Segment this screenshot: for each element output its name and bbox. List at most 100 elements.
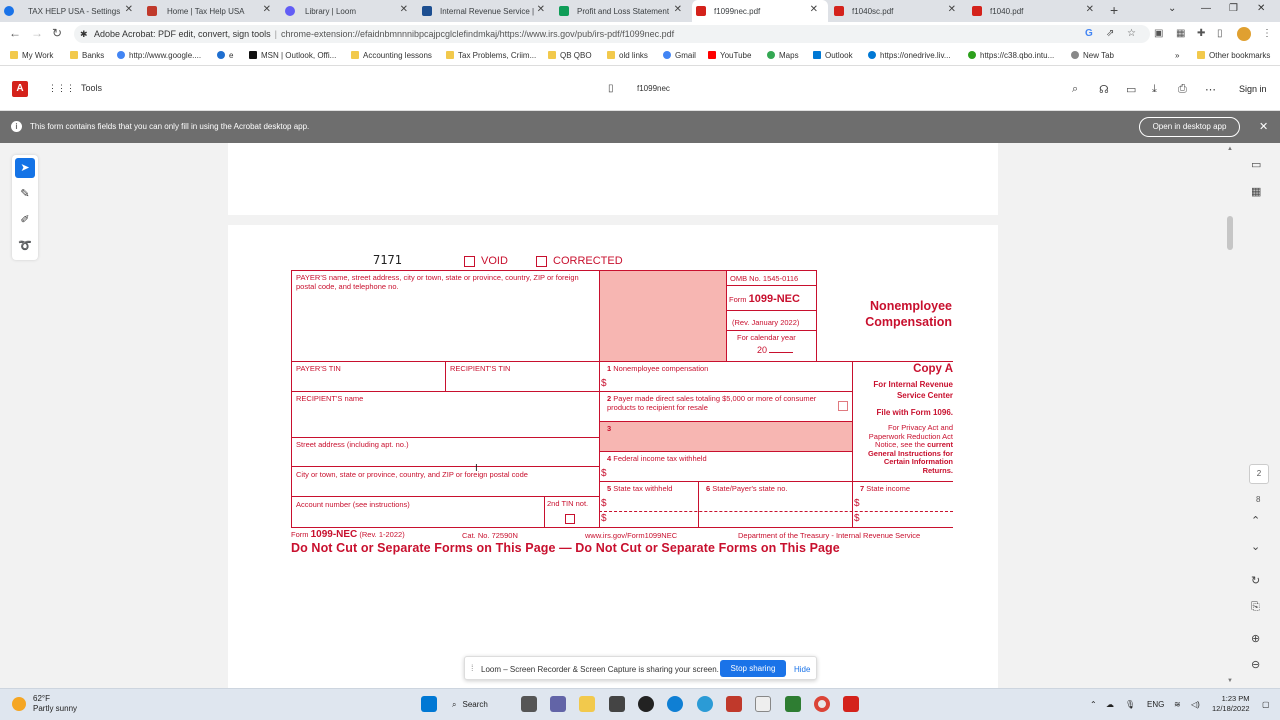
fit-page-icon[interactable]: ⎘ (1251, 601, 1260, 614)
restore-icon[interactable]: ❐ (1229, 3, 1238, 14)
notifications-icon[interactable]: ▢ (1262, 700, 1270, 709)
volume-icon[interactable]: ◁) (1191, 700, 1200, 709)
sign-in-button[interactable]: Sign in (1239, 84, 1267, 94)
rotate-icon[interactable]: ↻ (1251, 574, 1260, 587)
more-options-icon[interactable]: ⋯ (1205, 83, 1216, 96)
acrobat-logo-icon[interactable]: A (12, 81, 28, 97)
bookmark-item[interactable]: Outlook (813, 51, 853, 60)
reload-icon[interactable]: ↻ (52, 26, 62, 40)
close-tab-icon[interactable]: ✕ (537, 4, 545, 15)
microphone-icon[interactable]: 🎙︎ (1125, 700, 1135, 709)
corrected-checkbox[interactable] (536, 256, 547, 267)
tab-tax-help-settings[interactable]: TAX HELP USA - Settings ✕ (0, 0, 143, 22)
add-comment-icon[interactable]: ✎ (15, 184, 35, 204)
select-tool-icon[interactable]: ➤ (15, 158, 35, 178)
bookmark-item[interactable]: Tax Problems, Criim... (446, 51, 536, 60)
start-windows-icon[interactable] (421, 696, 437, 712)
minimize-icon[interactable]: — (1201, 3, 1211, 14)
close-tab-icon[interactable]: ✕ (1086, 4, 1094, 15)
next-page-icon[interactable]: ⌄ (1251, 540, 1260, 553)
page-number-input[interactable]: 2 (1249, 464, 1269, 484)
bookmark-item[interactable]: Banks (70, 51, 104, 60)
hide-button[interactable]: Hide (794, 665, 810, 674)
second-tin-checkbox[interactable] (565, 514, 575, 524)
acrobat-icon[interactable] (843, 696, 859, 712)
cloud-icon[interactable]: ☁ (1106, 700, 1114, 709)
scroll-up-arrow[interactable]: ▲ (1227, 146, 1233, 152)
scrollbar-thumb[interactable] (1227, 216, 1233, 250)
bookmark-star-icon[interactable]: ☆ (1127, 28, 1136, 39)
bookmark-item[interactable]: YouTube (708, 51, 751, 60)
draw-icon[interactable]: ✐ (15, 210, 35, 230)
bookmark-item[interactable]: old links (607, 51, 648, 60)
close-tab-icon[interactable]: ✕ (263, 4, 271, 15)
comments-panel-icon[interactable]: ▭ (1251, 158, 1261, 171)
download-icon[interactable]: ⤓ (1152, 83, 1157, 96)
search-icon[interactable]: ⌕ (1072, 83, 1078, 96)
tab-irs[interactable]: Internal Revenue Service | ✕ (418, 0, 555, 22)
page-thumbnail-icon[interactable]: ▯ (608, 83, 614, 94)
bookmark-item[interactable]: https://c38.qbo.intu... (968, 51, 1054, 60)
bookmark-item[interactable]: MSN | Outlook, Offi... (249, 51, 336, 60)
new-tab-icon[interactable]: + (1110, 2, 1118, 18)
mcafee-icon[interactable] (726, 696, 742, 712)
wifi-icon[interactable]: ≋ (1174, 700, 1181, 709)
bookmark-item[interactable]: https://onedrive.liv... (868, 51, 951, 60)
language-indicator[interactable]: ENG (1147, 700, 1164, 709)
system-clock[interactable]: 1:23 PM 12/18/2022 (1212, 694, 1250, 714)
other-bookmarks[interactable]: Other bookmarks (1197, 51, 1270, 60)
box2-checkbox[interactable] (838, 401, 848, 411)
puzzle-icon[interactable]: ✚ (1197, 28, 1205, 39)
comment-icon[interactable]: ▭ (1126, 83, 1136, 96)
previous-page-icon[interactable]: ⌃ (1251, 514, 1260, 527)
bookmark-item[interactable]: QB QBO (548, 51, 592, 60)
chrome-icon[interactable] (814, 696, 830, 712)
zoom-in-icon[interactable]: ⊕ (1251, 632, 1260, 645)
edge-icon[interactable] (667, 696, 683, 712)
app-icon[interactable] (638, 696, 654, 712)
stop-sharing-button[interactable]: Stop sharing (720, 660, 786, 677)
close-tab-icon[interactable]: ✕ (400, 4, 408, 15)
weather-widget[interactable]: 62°F Partly sunny (12, 694, 77, 714)
taskbar-search[interactable]: ⌕ Search (452, 695, 508, 715)
open-in-desktop-button[interactable]: Open in desktop app (1139, 117, 1240, 137)
lasso-icon[interactable]: ➰ (15, 236, 35, 256)
scroll-down-arrow[interactable]: ▼ (1227, 678, 1233, 684)
tab-f1040sc[interactable]: f1040sc.pdf ✕ (830, 0, 966, 22)
thumbnails-panel-icon[interactable]: ▦ (1251, 185, 1261, 198)
bookmark-item[interactable]: Maps (767, 51, 799, 60)
profile-avatar[interactable] (1237, 27, 1251, 41)
store-icon[interactable] (609, 696, 625, 712)
bookmark-item[interactable]: http://www.google.... (117, 51, 201, 60)
tab-search-icon[interactable]: ⌄ (1168, 3, 1176, 14)
close-tab-icon[interactable]: ✕ (125, 4, 133, 15)
tab-loom-library[interactable]: Library | Loom ✕ (281, 0, 418, 22)
menu-icon[interactable]: ⋮ (1262, 28, 1272, 39)
more-bookmarks-icon[interactable]: » (1175, 51, 1179, 60)
void-checkbox[interactable] (464, 256, 475, 267)
zoom-out-icon[interactable]: ⊖ (1251, 658, 1260, 671)
extension-box-icon[interactable]: ▣ (1154, 28, 1163, 39)
forward-icon[interactable]: → (31, 26, 43, 40)
tab-profit-loss[interactable]: Profit and Loss Statement ✕ (555, 0, 692, 22)
close-window-icon[interactable]: ✕ (1257, 3, 1265, 14)
back-icon[interactable]: ← (9, 26, 21, 40)
side-panel-icon[interactable]: ▯ (1217, 28, 1223, 39)
app-icon[interactable] (755, 696, 771, 712)
tab-f1099nec[interactable]: f1099nec.pdf ✕ (692, 0, 828, 22)
tab-home-tax-help[interactable]: Home | Tax Help USA ✕ (143, 0, 281, 22)
app-icon[interactable] (697, 696, 713, 712)
read-aloud-icon[interactable]: ☊ (1099, 83, 1109, 96)
address-bar[interactable]: ✱ Adobe Acrobat: PDF edit, convert, sign… (74, 25, 1150, 43)
bookmark-item[interactable]: e (217, 51, 233, 60)
print-icon[interactable]: ⎙ (1178, 83, 1187, 96)
calculator-icon[interactable] (785, 696, 801, 712)
tools-button[interactable]: ⋮⋮⋮ Tools (48, 83, 102, 94)
bookmark-item[interactable]: Gmail (663, 51, 696, 60)
bookmark-item[interactable]: Accounting lessons (351, 51, 432, 60)
close-tab-icon[interactable]: ✕ (674, 4, 682, 15)
task-view-icon[interactable] (521, 696, 537, 712)
close-tab-icon[interactable]: ✕ (810, 4, 818, 15)
close-banner-icon[interactable]: ✕ (1259, 120, 1268, 133)
google-translate-icon[interactable]: G (1085, 28, 1093, 39)
